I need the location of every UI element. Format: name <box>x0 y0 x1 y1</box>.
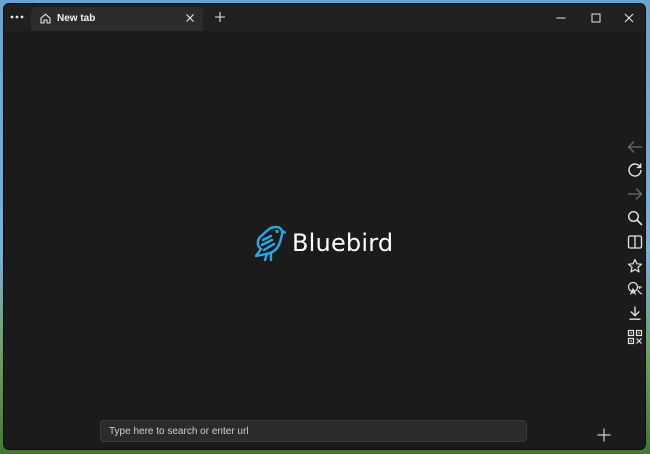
menu-button[interactable] <box>6 7 28 27</box>
qr-code-icon <box>627 329 643 345</box>
minimize-icon <box>556 17 566 18</box>
refresh-icon <box>628 163 642 177</box>
search-button[interactable] <box>627 210 643 226</box>
translate-button[interactable] <box>627 281 643 297</box>
search-input[interactable] <box>101 421 526 441</box>
browser-window: New tab Bluebird Type here to search or … <box>3 3 646 450</box>
reading-view-button[interactable] <box>627 234 643 250</box>
url-bar[interactable] <box>100 420 527 442</box>
close-icon[interactable] <box>185 13 195 23</box>
new-tab-page: Bluebird <box>4 31 622 449</box>
favorites-button[interactable] <box>627 258 643 274</box>
translate-icon <box>627 281 643 295</box>
refresh-button[interactable] <box>627 162 643 178</box>
tab-new-tab[interactable]: New tab <box>31 7 203 31</box>
back-button[interactable] <box>627 139 643 155</box>
star-icon <box>627 258 643 273</box>
maximize-icon <box>591 13 601 22</box>
bluebird-logo-icon <box>254 225 286 262</box>
download-button[interactable] <box>627 305 643 321</box>
new-tab-button[interactable] <box>214 11 226 23</box>
maximize-button[interactable] <box>579 4 613 31</box>
search-icon <box>627 210 643 226</box>
back-arrow-icon <box>627 141 642 153</box>
qr-code-button[interactable] <box>627 329 643 345</box>
download-icon <box>629 306 641 320</box>
forward-arrow-icon <box>628 188 643 200</box>
home-icon <box>40 13 51 24</box>
more-dots-icon <box>10 15 24 19</box>
minimize-button[interactable] <box>544 4 578 31</box>
close-icon <box>624 13 634 22</box>
title-bar: New tab <box>4 4 645 31</box>
close-window-button[interactable] <box>612 4 645 31</box>
tab-label: New tab <box>57 13 96 24</box>
forward-button[interactable] <box>627 186 643 202</box>
brand-name: Bluebird <box>292 229 394 257</box>
reading-view-icon <box>627 235 643 249</box>
add-button[interactable] <box>596 427 612 443</box>
side-toolbar <box>622 31 645 449</box>
